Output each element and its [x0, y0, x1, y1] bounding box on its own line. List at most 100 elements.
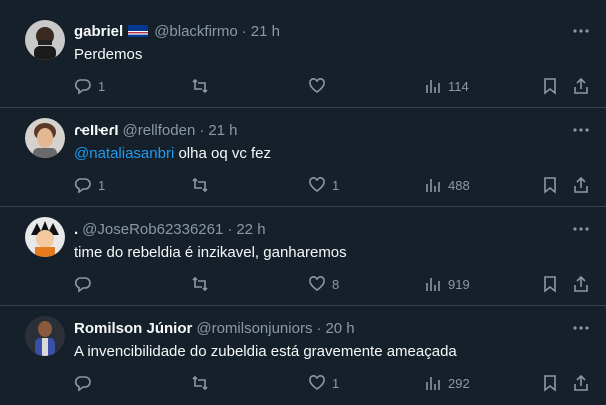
tweet-actions: 1 292	[74, 373, 594, 393]
tweet-actions: 1 1 488	[74, 175, 594, 195]
separator-dot: ·	[199, 121, 205, 139]
like-button[interactable]: 8	[308, 274, 339, 294]
user-handle[interactable]: @rellfoden	[123, 122, 196, 139]
views-button[interactable]: 488	[424, 175, 470, 195]
share-icon	[574, 374, 588, 391]
like-button[interactable]	[308, 76, 332, 96]
timestamp[interactable]: 21 h	[208, 122, 237, 139]
view-count: 114	[448, 78, 469, 94]
views-button[interactable]: 114	[424, 76, 469, 96]
reply-button[interactable]	[74, 373, 98, 393]
views-button[interactable]: 919	[424, 274, 470, 294]
retweet-button[interactable]	[191, 76, 209, 96]
bookmark-icon	[544, 78, 556, 95]
more-options-button[interactable]	[572, 121, 590, 139]
views-chart-icon	[426, 179, 440, 192]
heart-icon	[309, 78, 325, 93]
more-options-button[interactable]	[572, 319, 590, 337]
retweet-button[interactable]	[191, 175, 209, 195]
user-handle[interactable]: @blackfirmo	[154, 23, 238, 40]
retweet-icon	[192, 276, 208, 292]
bookmark-button[interactable]	[541, 274, 559, 294]
share-button[interactable]	[572, 175, 590, 195]
more-dots-icon	[573, 128, 589, 132]
reply-count: 1	[98, 78, 106, 94]
display-name[interactable]: Romilson Júnior	[74, 320, 192, 337]
view-count: 488	[448, 177, 470, 193]
tweet-text-segment: time do rebeldia é inzikavel, ganharemos	[74, 244, 347, 261]
heart-icon	[309, 276, 325, 291]
like-count: 1	[332, 177, 340, 193]
timestamp[interactable]: 20 h	[325, 320, 354, 337]
retweet-button[interactable]	[191, 373, 209, 393]
timestamp[interactable]: 21 h	[251, 23, 280, 40]
views-chart-icon	[426, 80, 440, 93]
separator-dot: ·	[227, 220, 233, 238]
user-handle[interactable]: @JoseRob62336261	[82, 221, 223, 238]
tweet[interactable]: ɾҽӀӀҽɾӀ @rellfoden · 21 h @nataliasanbri…	[0, 108, 606, 207]
views-button[interactable]: 292	[424, 373, 470, 393]
reply-button[interactable]: 1	[74, 76, 105, 96]
views-chart-icon	[426, 377, 440, 390]
tweet-header: ɾҽӀӀҽɾӀ @rellfoden · 21 h	[74, 120, 238, 140]
avatar[interactable]	[25, 118, 65, 158]
tweet-actions: 8 919	[74, 274, 594, 294]
user-handle[interactable]: @romilsonjuniors	[196, 320, 312, 337]
like-count: 1	[332, 375, 340, 391]
bookmark-icon	[544, 375, 556, 392]
view-count: 292	[448, 375, 470, 391]
tweet[interactable]: . @JoseRob62336261 · 22 h time do rebeld…	[0, 207, 606, 306]
display-name[interactable]: gabriel	[74, 23, 123, 40]
reply-icon	[74, 79, 91, 95]
separator-dot: ·	[241, 22, 247, 40]
tweet-text: A invencibilidade do zubeldia está grave…	[74, 343, 457, 360]
bookmark-button[interactable]	[541, 373, 559, 393]
share-icon	[574, 176, 588, 193]
tweet-text-segment: A invencibilidade do zubeldia está grave…	[74, 343, 457, 360]
more-dots-icon	[573, 29, 589, 33]
reply-button[interactable]: 1	[74, 175, 105, 195]
reply-icon	[74, 178, 91, 194]
like-count: 8	[332, 276, 340, 292]
tweet[interactable]: Romilson Júnior @romilsonjuniors · 20 h …	[0, 306, 606, 405]
tweet-text: time do rebeldia é inzikavel, ganharemos	[74, 244, 347, 261]
more-options-button[interactable]	[572, 22, 590, 40]
mention-link[interactable]: @nataliasanbri	[74, 145, 174, 162]
avatar[interactable]	[25, 217, 65, 257]
timeline-feed: gabriel @blackfirmo · 21 h Perdemos 1 11…	[0, 0, 606, 405]
share-button[interactable]	[572, 76, 590, 96]
bookmark-icon	[544, 177, 556, 194]
timestamp[interactable]: 22 h	[236, 221, 265, 238]
more-options-button[interactable]	[572, 220, 590, 238]
avatar[interactable]	[25, 20, 65, 60]
retweet-icon	[192, 375, 208, 391]
retweet-icon	[192, 78, 208, 94]
share-button[interactable]	[572, 274, 590, 294]
more-dots-icon	[573, 326, 589, 330]
display-name[interactable]: ɾҽӀӀҽɾӀ	[74, 122, 119, 139]
bookmark-button[interactable]	[541, 76, 559, 96]
cape-verde-flag-icon	[128, 25, 149, 37]
share-button[interactable]	[572, 373, 590, 393]
share-icon	[574, 77, 588, 94]
like-button[interactable]: 1	[308, 175, 339, 195]
reply-count: 1	[98, 177, 106, 193]
reply-icon	[74, 277, 91, 293]
display-name[interactable]: .	[74, 221, 78, 238]
tweet-text-segment: olha oq vc fez	[174, 145, 272, 162]
separator-dot: ·	[316, 319, 322, 337]
bookmark-button[interactable]	[541, 175, 559, 195]
more-dots-icon	[573, 227, 589, 231]
reply-button[interactable]	[74, 274, 98, 294]
tweet-header: Romilson Júnior @romilsonjuniors · 20 h	[74, 318, 355, 338]
avatar[interactable]	[25, 316, 65, 356]
like-button[interactable]: 1	[308, 373, 339, 393]
views-chart-icon	[426, 278, 440, 291]
tweet-text: @nataliasanbri olha oq vc fez	[74, 145, 271, 162]
tweet-text-segment: Perdemos	[74, 46, 143, 63]
share-icon	[574, 275, 588, 292]
retweet-button[interactable]	[191, 274, 209, 294]
heart-icon	[309, 375, 325, 390]
tweet[interactable]: gabriel @blackfirmo · 21 h Perdemos 1 11…	[0, 0, 606, 108]
view-count: 919	[448, 276, 470, 292]
